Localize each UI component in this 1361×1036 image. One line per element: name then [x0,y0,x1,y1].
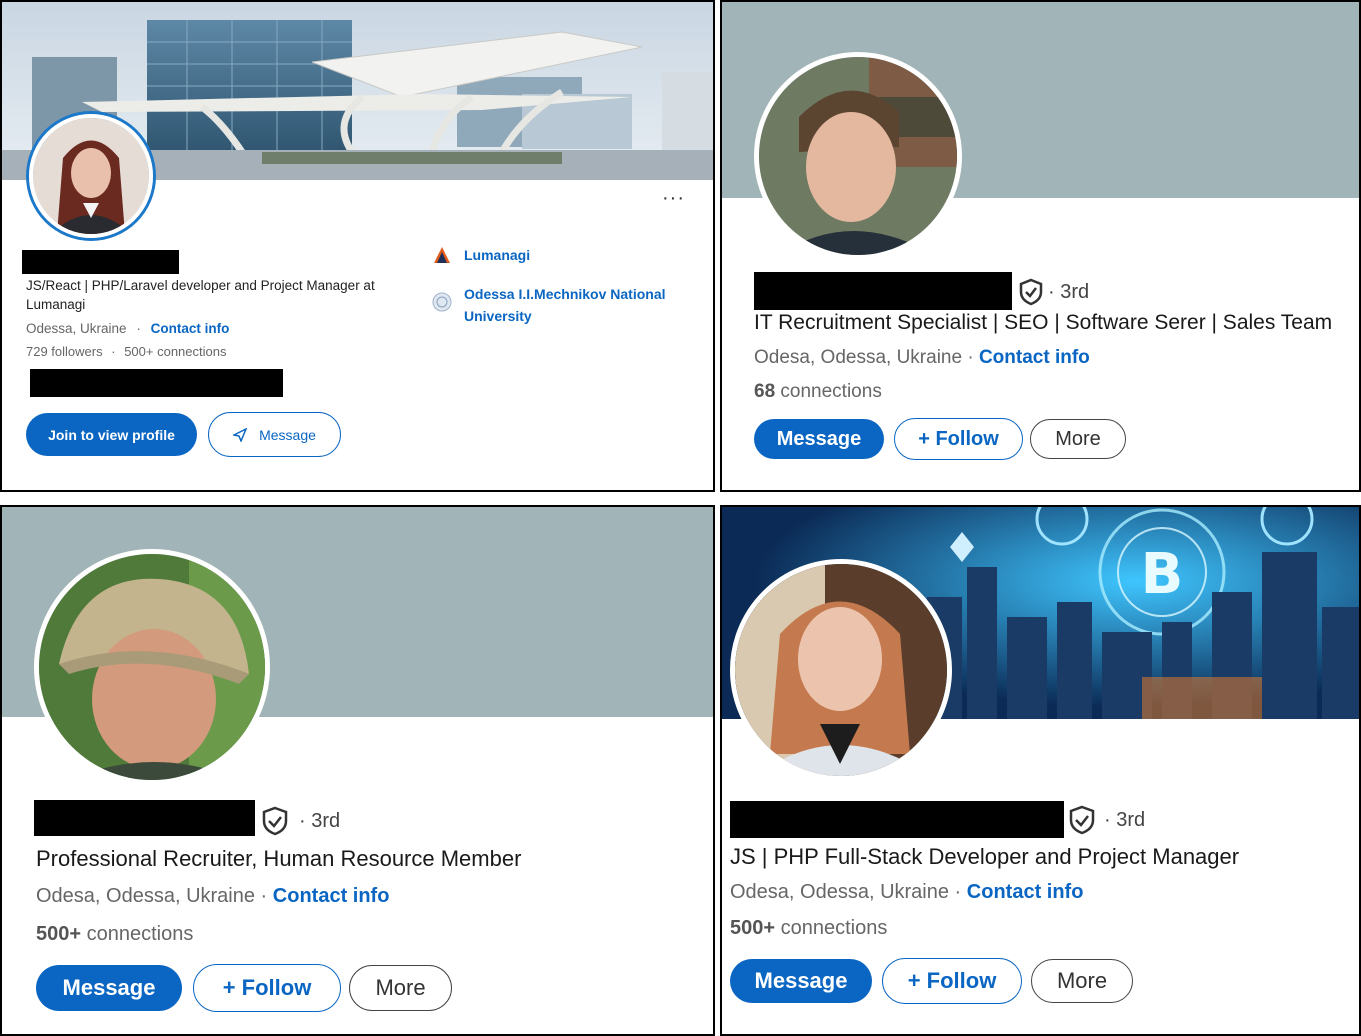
connections-number: 500+ [36,923,82,945]
profile-location-row: Odesa, Odessa, Ukraine · Contact info [36,885,389,908]
connections-label: connections [775,381,882,402]
profile-location-row: Odesa, Odessa, Ukraine · Contact info [754,347,1090,369]
connections-count: 500+ connections [124,344,227,359]
profile-location: Odessa, Ukraine [26,321,127,336]
message-button[interactable]: Message [208,412,341,457]
connections-number: 68 [754,381,776,402]
profile-card-1: ··· JS/React | PHP/Laravel developer and… [0,0,715,492]
connection-degree: · 3rd [299,810,341,832]
contact-info-link[interactable]: Contact info [151,321,230,336]
profile-avatar[interactable] [29,114,153,238]
connections-label: connections [775,917,888,939]
profile-headline: JS | PHP Full-Stack Developer and Projec… [730,844,1240,869]
redacted-field [30,369,283,397]
school-logo-icon [432,292,452,312]
profile-stats: 729 followers · 500+ connections [26,344,226,359]
message-button[interactable]: Message [730,959,872,1003]
contact-info-link[interactable]: Contact info [273,885,390,907]
svg-text:B: B [1141,542,1184,607]
more-button[interactable]: More [349,965,452,1011]
redacted-name [22,250,179,274]
profile-location: Odesa, Odessa, Ukraine · [754,347,974,368]
connections-count: 68 connections [754,381,882,403]
contact-info-link[interactable]: Contact info [979,347,1090,368]
connections-number: 500+ [730,917,776,939]
verified-shield-icon [261,806,289,841]
company-logo-icon [432,245,452,265]
contact-info-link[interactable]: Contact info [967,881,1084,903]
headline-line: Lumanagi [26,297,86,312]
profile-card-3: · 3rd Professional Recruiter, Human Reso… [0,505,715,1036]
profile-location-row: Odessa, Ukraine · Contact info [26,321,229,336]
redacted-name [730,801,1064,838]
profile-location-row: Odesa, Odessa, Ukraine · Contact info [730,881,1083,904]
connections-count: 500+ connections [730,917,887,940]
school-name-line: Odessa I.I.Mechnikov National [464,286,666,302]
profile-avatar[interactable] [34,549,270,785]
more-button[interactable]: More [1031,959,1133,1003]
profile-headline: JS/React | PHP/Laravel developer and Pro… [26,278,375,312]
profile-card-4: B · 3rd JS | PHP Full-Stack Developer an… [720,505,1361,1036]
connection-degree: · 3rd [1104,809,1146,831]
verified-shield-icon [1068,805,1096,840]
follow-button[interactable]: + Follow [193,964,341,1012]
connection-degree: · 3rd [1048,281,1090,303]
message-button[interactable]: Message [754,419,884,459]
profile-avatar[interactable] [754,52,962,260]
separator-dot: · [136,321,141,336]
redacted-name [34,800,255,836]
followers-count: 729 followers [26,344,103,359]
profile-card-2: · 3rd IT Recruitment Specialist | SEO | … [720,0,1361,492]
profile-location: Odesa, Odessa, Ukraine · [36,885,268,907]
profile-avatar[interactable] [730,559,952,781]
avatar-photo [759,57,957,255]
more-button[interactable]: More [1030,419,1126,459]
follow-button[interactable]: + Follow [894,418,1023,460]
verified-shield-icon [1018,278,1044,311]
join-to-view-profile-button[interactable]: Join to view profile [26,413,197,456]
school-link[interactable]: Odessa I.I.Mechnikov National University [464,283,666,327]
avatar-photo [33,118,149,234]
message-button-label: Message [259,426,316,443]
profile-headline: IT Recruitment Specialist | SEO | Softwa… [754,311,1333,334]
profile-headline: Professional Recruiter, Human Resource M… [36,846,522,871]
more-options-menu[interactable]: ··· [662,187,685,210]
separator-dot: · [111,344,116,359]
company-link[interactable]: Lumanagi [464,247,530,263]
connections-label: connections [81,923,194,945]
message-button[interactable]: Message [36,965,182,1011]
send-icon [233,427,248,442]
connections-count: 500+ connections [36,923,193,946]
avatar-photo [735,564,947,776]
avatar-photo [39,554,265,780]
profile-location: Odesa, Odessa, Ukraine · [730,881,962,903]
redacted-name [754,272,1012,310]
follow-button[interactable]: + Follow [882,958,1022,1004]
school-name-line: University [464,308,532,324]
headline-line: JS/React | PHP/Laravel developer and Pro… [26,278,375,293]
